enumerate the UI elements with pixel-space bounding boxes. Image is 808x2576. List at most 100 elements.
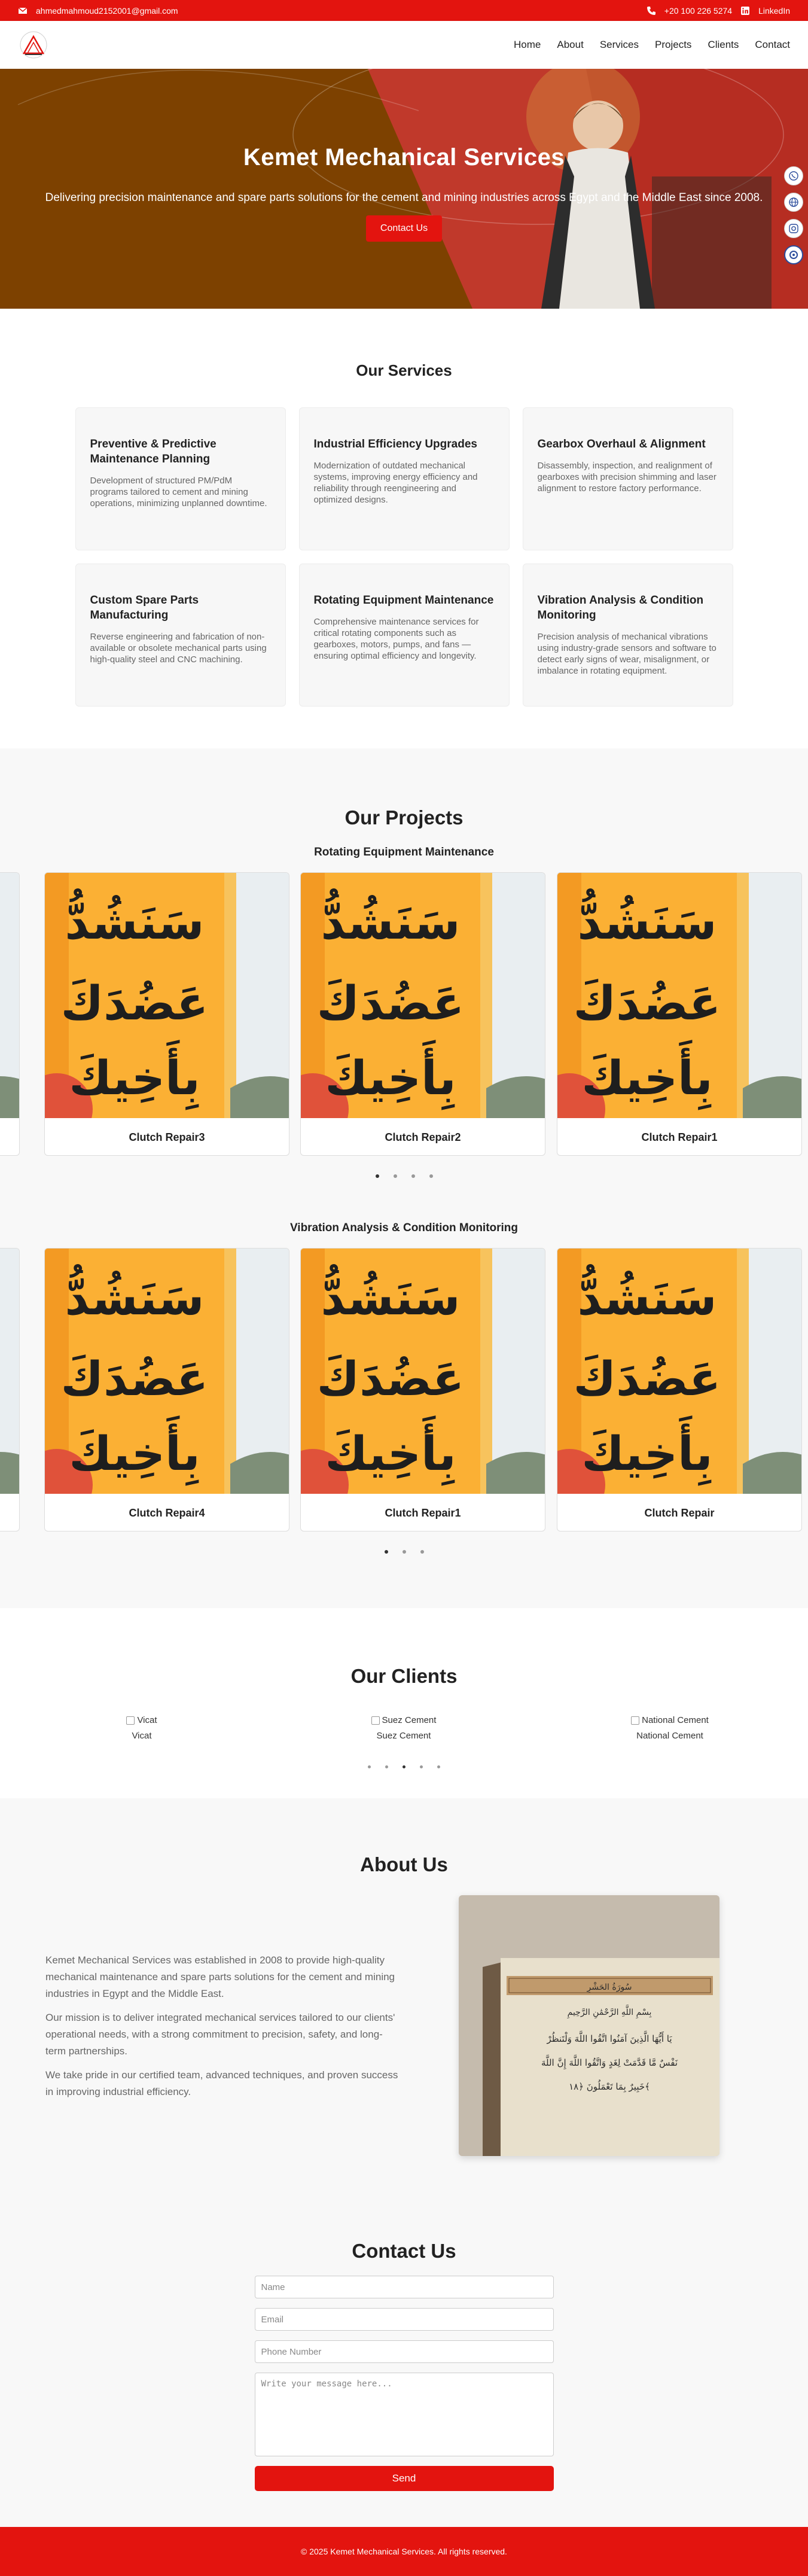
project-image-text: سَنَشُدُّ	[321, 1264, 461, 1326]
project-card-partial: سَنَشُدُّعَضُدَكَبِأَخِيكَ	[0, 1248, 20, 1531]
project-image-text: عَضُدَكَ	[317, 1353, 465, 1406]
carousel-dot[interactable]	[420, 1550, 424, 1554]
nav-clients[interactable]: Clients	[708, 39, 739, 51]
carousel-dot[interactable]	[437, 1765, 440, 1768]
service-card: Industrial Efficiency Upgrades Moderniza…	[298, 407, 510, 550]
project-caption: Clutch Repair1	[385, 1506, 461, 1519]
service-title: Preventive & Predictive Maintenance Plan…	[90, 438, 217, 465]
client-item: Vicat Vicat	[94, 1715, 190, 1741]
carousel-dot[interactable]	[368, 1765, 371, 1768]
service-card: Preventive & Predictive Maintenance Plan…	[75, 407, 286, 550]
service-title: Gearbox Overhaul & Alignment	[537, 438, 706, 450]
service-desc: Reverse engineering and fabrication of n…	[90, 632, 267, 665]
topbar-linkedin[interactable]: LinkedIn	[758, 6, 790, 16]
hero-title: Kemet Mechanical Services	[243, 144, 565, 170]
message-field[interactable]: Write your message here...	[254, 2373, 554, 2456]
carousel-dot[interactable]	[375, 1174, 379, 1178]
about-paragraph: Our mission is to deliver integrated mec…	[45, 2012, 395, 2057]
broken-image-icon	[126, 1716, 135, 1725]
project-image: سَنَشُدُّعَضُدَكَبِأَخِيكَ	[45, 873, 289, 1118]
project-card[interactable]: سَنَشُدُّ عَضُدَكَ بِأَخِيكَ Clutch Repair4	[44, 1248, 289, 1531]
client-logo-alt: Suez Cement	[382, 1715, 437, 1725]
clients-title: Our Clients	[350, 1665, 458, 1687]
globe-icon[interactable]	[784, 193, 803, 212]
send-button[interactable]: Send	[254, 2466, 554, 2491]
clients-carousel-dots	[0, 1765, 808, 1768]
project-image: سَنَشُدُّعَضُدَكَبِأَخِيكَ	[301, 1249, 545, 1494]
service-desc: Disassembly, inspection, and realignment…	[537, 461, 716, 494]
service-desc: Development of structured PM/PdM program…	[90, 476, 267, 508]
top-contact-bar: ahmedmahmoud2152001@gmail.com +20 100 22…	[0, 0, 808, 21]
services-grid: Preventive & Predictive Maintenance Plan…	[75, 407, 733, 707]
nav-services[interactable]: Services	[600, 39, 639, 51]
nav-about[interactable]: About	[557, 39, 583, 51]
project-image: سَنَشُدُّعَضُدَكَبِأَخِيكَ	[301, 873, 545, 1118]
footer-copyright: © 2025 Kemet Mechanical Services. All ri…	[301, 2547, 507, 2556]
about-paragraph: We take pride in our certified team, adv…	[45, 2069, 398, 2097]
projects-title: Our Projects	[344, 806, 464, 829]
carousel-dot[interactable]	[393, 1174, 397, 1178]
project-caption: Clutch Repair2	[385, 1131, 461, 1143]
carousel-dot[interactable]	[402, 1550, 406, 1554]
carousel-dot[interactable]	[384, 1550, 388, 1554]
hero-contact-button[interactable]: Contact Us	[365, 215, 443, 242]
project-card[interactable]: سَنَشُدُّ عَضُدَكَ بِأَخِيكَ Clutch Repair2	[300, 872, 545, 1156]
project-image: سَنَشُدُّعَضُدَكَبِأَخِيكَ	[45, 1249, 289, 1494]
project-image-text: عَضُدَكَ	[61, 1353, 209, 1406]
carousel-dot[interactable]	[411, 1174, 415, 1178]
footer: © 2025 Kemet Mechanical Services. All ri…	[0, 2527, 808, 2576]
name-field[interactable]: Name	[254, 2276, 554, 2298]
project-caption: Clutch Repair4	[129, 1506, 205, 1519]
project-carousel[interactable]: سَنَشُدُّعَضُدَكَبِأَخِيكَ سَنَشُدُّ عَضُد…	[0, 1248, 808, 1545]
services-title: Our Services	[356, 361, 452, 379]
company-logo[interactable]	[18, 29, 49, 60]
project-carousel[interactable]: سَنَشُدُّعَضُدَكَبِأَخِيكَ سَنَشُدُّ عَضُد…	[0, 872, 808, 1169]
nav-projects[interactable]: Projects	[655, 39, 691, 51]
carousel-dot[interactable]	[403, 1765, 405, 1768]
nav-contact[interactable]: Contact	[755, 39, 790, 51]
nav-home[interactable]: Home	[514, 39, 541, 51]
book-line: نَفْسٌ مَّا قَدَّمَتْ لِغَدٍ وَاتَّقُوا …	[541, 2055, 678, 2070]
project-image-text: عَضُدَكَ	[574, 1353, 721, 1406]
email-field[interactable]: Email	[254, 2308, 554, 2331]
carousel-dot[interactable]	[420, 1765, 423, 1768]
book-line: يَا أَيُّهَا الَّذِينَ آمَنُوا اتَّقُوا …	[546, 2031, 672, 2044]
about-paragraph: Kemet Mechanical Services was establishe…	[45, 1954, 395, 1999]
project-caption: Clutch Repair	[644, 1506, 715, 1519]
project-image: سَنَشُدُّعَضُدَكَبِأَخِيكَ	[557, 1249, 801, 1494]
hero-section: Kemet Mechanical Services Delivering pre…	[0, 69, 808, 309]
project-image-text: سَنَشُدُّ	[65, 1264, 205, 1326]
project-card[interactable]: سَنَشُدُّ عَضُدَكَ بِأَخِيكَ Clutch Repair1	[300, 1248, 545, 1531]
about-text: Kemet Mechanical Services was establishe…	[45, 1952, 398, 2100]
service-card: Gearbox Overhaul & Alignment Disassembly…	[522, 407, 733, 550]
topbar-phone[interactable]: +20 100 226 5274	[664, 6, 732, 16]
project-card[interactable]: سَنَشُدُّ عَضُدَكَ بِأَخِيكَ Clutch Repair3	[44, 872, 289, 1156]
carousel-dot[interactable]	[385, 1765, 388, 1768]
service-title: Vibration Analysis & Condition Monitorin…	[537, 594, 704, 622]
project-image-text: سَنَشُدُّ	[65, 888, 205, 950]
carousel-dot[interactable]	[429, 1174, 433, 1178]
linkedin-icon	[740, 6, 750, 16]
main-navbar: Home About Services Projects Clients Con…	[0, 21, 808, 69]
clients-carousel[interactable]: Vicat Vicat Suez Cement Suez Cement Nati…	[0, 1715, 808, 1752]
project-image-text: سَنَشُدُّ	[578, 1264, 717, 1326]
service-title: Custom Spare Parts Manufacturing	[90, 594, 199, 622]
phone-field[interactable]: Phone Number	[254, 2340, 554, 2363]
book-header: سُورَةُ الحَشْرِ	[587, 1983, 632, 1993]
service-title: Rotating Equipment Maintenance	[313, 594, 494, 607]
whatsapp-icon[interactable]	[784, 166, 803, 185]
project-image: سَنَشُدُّعَضُدَكَبِأَخِيكَ	[0, 873, 19, 1118]
project-image-text: عَضُدَكَ	[317, 977, 465, 1031]
chat-icon[interactable]	[784, 245, 803, 264]
projects-section: Our Projects Rotating Equipment Maintena…	[0, 748, 808, 1608]
project-card[interactable]: سَنَشُدُّ عَضُدَكَ بِأَخِيكَ Clutch Repair	[557, 1248, 802, 1531]
project-image-text: عَضُدَكَ	[61, 977, 209, 1031]
topbar-email[interactable]: ahmedmahmoud2152001@gmail.com	[36, 6, 178, 16]
about-image: سُورَةُ الحَشْرِ بِسْمِ اللَّهِ الرَّحْم…	[459, 1895, 719, 2156]
project-card[interactable]: سَنَشُدُّ عَضُدَكَ بِأَخِيكَ Clutch Repair1	[557, 872, 802, 1156]
project-image-text: سَنَشُدُّ	[578, 888, 717, 950]
instagram-icon[interactable]	[784, 219, 803, 238]
carousel-dots	[0, 1169, 808, 1183]
project-card-partial: سَنَشُدُّعَضُدَكَبِأَخِيكَ	[0, 872, 20, 1156]
contact-title: Contact Us	[352, 2240, 456, 2262]
